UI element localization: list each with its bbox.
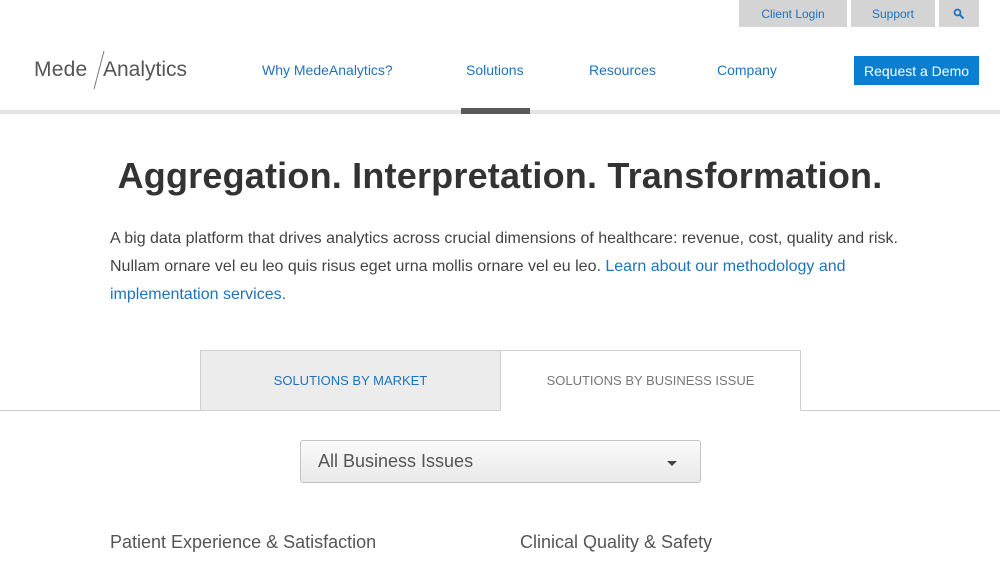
category-patient-experience[interactable]: Patient Experience & Satisfaction	[110, 532, 376, 553]
logo-text-mede: Mede	[34, 58, 88, 81]
nav-why-medeanalytics[interactable]: Why MedeAnalytics?	[262, 62, 393, 78]
client-login-button[interactable]: Client Login	[739, 0, 847, 27]
nav-solutions[interactable]: Solutions	[466, 62, 524, 78]
support-button[interactable]: Support	[851, 0, 935, 27]
search-button[interactable]	[939, 0, 979, 27]
category-clinical-quality[interactable]: Clinical Quality & Safety	[520, 532, 712, 553]
nav-resources[interactable]: Resources	[589, 62, 656, 78]
page-title: Aggregation. Interpretation. Transformat…	[117, 155, 883, 196]
search-icon	[953, 8, 965, 19]
caret-down-icon	[667, 461, 677, 466]
logo-text-analytics: Analytics	[103, 58, 188, 81]
nav-active-indicator	[461, 108, 530, 114]
request-demo-button[interactable]: Request a Demo	[854, 56, 979, 85]
tab-solutions-by-business-issue[interactable]: SOLUTIONS BY BUSINESS ISSUE	[500, 350, 801, 411]
nav-company[interactable]: Company	[717, 62, 777, 78]
intro-paragraph: A big data platform that drives analytic…	[110, 225, 900, 309]
business-issue-select[interactable]: All Business Issues	[300, 440, 701, 483]
tab-solutions-by-market[interactable]: SOLUTIONS BY MARKET	[200, 350, 501, 411]
select-value: All Business Issues	[318, 451, 474, 471]
site-logo[interactable]: Mede Analytics	[34, 50, 188, 90]
